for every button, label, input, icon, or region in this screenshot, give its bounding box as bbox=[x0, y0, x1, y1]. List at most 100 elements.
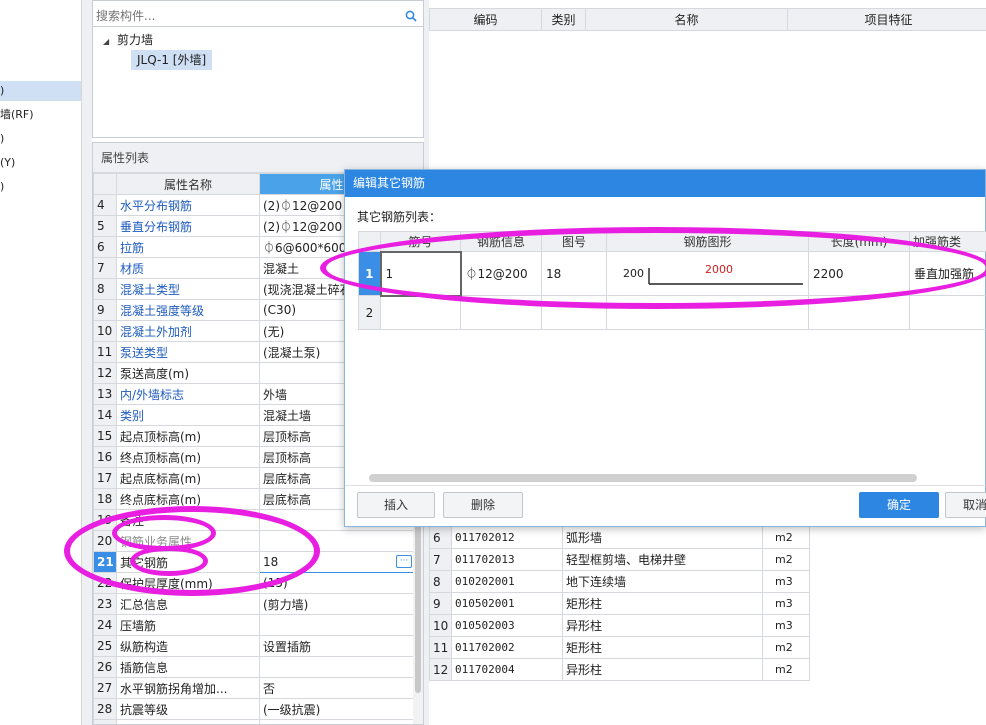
row-number[interactable]: 6 bbox=[429, 526, 452, 549]
delete-button[interactable]: 删除 bbox=[443, 492, 523, 518]
row-number[interactable]: 1 bbox=[358, 251, 381, 296]
row-number[interactable]: 14 bbox=[93, 404, 117, 426]
row-number[interactable]: 8 bbox=[429, 570, 452, 593]
header-code[interactable]: 编码 bbox=[429, 8, 542, 31]
cell-length[interactable]: 2200 bbox=[808, 251, 910, 296]
code-row[interactable]: 8 010202001 地下连续墙 m3 bbox=[429, 570, 810, 593]
cell-name[interactable]: 弧形墙 bbox=[562, 526, 763, 549]
code-row[interactable]: 11 011702002 矩形柱 m2 bbox=[429, 636, 810, 659]
row-number[interactable]: 29 bbox=[93, 719, 117, 724]
row-number[interactable]: 11 bbox=[429, 636, 452, 659]
row-number[interactable]: 9 bbox=[93, 299, 117, 321]
row-number[interactable]: 2 bbox=[358, 295, 381, 330]
row-number[interactable]: 21 bbox=[93, 551, 117, 573]
col-header-name[interactable]: 属性名称 bbox=[116, 173, 260, 195]
cell-unit[interactable]: m2 bbox=[762, 636, 810, 659]
header-figure-no[interactable]: 图号 bbox=[541, 231, 607, 252]
property-row[interactable]: 25 纵筋构造 设置插筋 bbox=[93, 635, 416, 657]
cell-name[interactable]: 矩形柱 bbox=[562, 592, 763, 615]
cell-rebar-type[interactable]: 垂直加强筋 bbox=[909, 251, 986, 296]
property-value[interactable]: (15) bbox=[259, 572, 416, 594]
header-rebar-shape[interactable]: 钢筋图形 bbox=[606, 231, 809, 252]
row-number[interactable]: 17 bbox=[93, 467, 117, 489]
cell-rebar-type[interactable] bbox=[909, 295, 986, 330]
row-number[interactable]: 28 bbox=[93, 698, 117, 720]
property-value[interactable] bbox=[259, 614, 416, 636]
header-feature[interactable]: 项目特征 bbox=[787, 8, 986, 31]
code-row[interactable]: 10 010502003 异形柱 m3 bbox=[429, 614, 810, 637]
property-value[interactable] bbox=[259, 530, 416, 552]
cell-code[interactable]: 011702013 bbox=[451, 548, 563, 571]
property-value[interactable]: 18 ··· bbox=[259, 551, 416, 573]
property-row[interactable]: 29锚固搭接按默认锚固搭接计算 bbox=[93, 719, 416, 724]
tree-item-4[interactable]: ) bbox=[0, 177, 81, 197]
search-icon[interactable] bbox=[405, 10, 417, 22]
cell-length[interactable] bbox=[808, 295, 910, 330]
tree-node-jlq1[interactable]: JLQ-1 [外墙] bbox=[131, 50, 213, 70]
rebar-row[interactable]: 1 1 ⏀12@200 18 200 2000 2200 垂直加强筋 bbox=[358, 250, 986, 297]
cell-name[interactable]: 地下连续墙 bbox=[562, 570, 763, 593]
property-value[interactable]: (剪力墙) bbox=[259, 593, 416, 615]
cell-code[interactable]: 011702002 bbox=[451, 636, 563, 659]
code-row[interactable]: 12 011702004 异形柱 m2 bbox=[429, 658, 810, 681]
row-number[interactable]: 22 bbox=[93, 572, 117, 594]
cell-name[interactable]: 矩形柱 bbox=[562, 636, 763, 659]
row-number[interactable]: 8 bbox=[93, 278, 117, 300]
code-row[interactable]: 9 010502001 矩形柱 m3 bbox=[429, 592, 810, 615]
property-row[interactable]: 22 保护层厚度(mm) (15) bbox=[93, 572, 416, 594]
row-number[interactable]: 9 bbox=[429, 592, 452, 615]
row-number[interactable]: 23 bbox=[93, 593, 117, 615]
property-row[interactable]: 24 压墙筋 bbox=[93, 614, 416, 636]
tree-item-3[interactable]: (Y) bbox=[0, 153, 81, 173]
property-row[interactable]: 28 抗震等级 (一级抗震) bbox=[93, 698, 416, 720]
code-row[interactable]: 6 011702012 弧形墙 m2 bbox=[429, 526, 810, 549]
row-number[interactable]: 15 bbox=[93, 425, 117, 447]
cell-rebar-info[interactable]: ⏀12@200 bbox=[460, 251, 542, 296]
row-number[interactable]: 4 bbox=[93, 194, 117, 216]
property-value[interactable]: (一级抗震) bbox=[259, 698, 416, 720]
row-number[interactable]: 27 bbox=[93, 677, 117, 699]
cell-code[interactable]: 011702012 bbox=[451, 526, 563, 549]
property-value[interactable]: 按默认锚固搭接计算 bbox=[259, 719, 416, 724]
row-number[interactable]: 25 bbox=[93, 635, 117, 657]
cell-code[interactable]: 011702004 bbox=[451, 658, 563, 681]
row-number[interactable]: 19 bbox=[93, 509, 117, 531]
header-rebar-type[interactable]: 加强筋类 bbox=[909, 231, 986, 252]
tree-item-2[interactable]: ) bbox=[0, 129, 81, 149]
cell-rebar-no[interactable]: 1 bbox=[379, 250, 462, 297]
insert-button[interactable]: 插入 bbox=[357, 492, 435, 518]
header-name[interactable]: 名称 bbox=[585, 8, 788, 31]
dialog-title[interactable]: 编辑其它钢筋 bbox=[345, 170, 985, 197]
header-rebar-no[interactable]: 筋号 bbox=[380, 231, 461, 252]
cell-code[interactable]: 010502003 bbox=[451, 614, 563, 637]
cell-rebar-shape[interactable]: 200 2000 bbox=[606, 251, 809, 296]
cell-unit[interactable]: m2 bbox=[762, 658, 810, 681]
cell-figure-no[interactable]: 18 bbox=[541, 251, 607, 296]
row-number[interactable]: 5 bbox=[93, 215, 117, 237]
property-row[interactable]: 21 其它钢筋 18 ··· bbox=[93, 551, 416, 573]
cell-name[interactable]: 异形柱 bbox=[562, 658, 763, 681]
ellipsis-button[interactable]: ··· bbox=[396, 555, 412, 568]
horizontal-scrollbar[interactable] bbox=[369, 474, 917, 482]
header-length[interactable]: 长度(mm) bbox=[808, 231, 910, 252]
cell-unit[interactable]: m2 bbox=[762, 548, 810, 571]
row-number[interactable]: 12 bbox=[93, 362, 117, 384]
cell-rebar-shape[interactable] bbox=[606, 295, 809, 330]
cell-rebar-info[interactable] bbox=[460, 295, 542, 330]
property-row[interactable]: 26 插筋信息 bbox=[93, 656, 416, 678]
row-number[interactable]: 10 bbox=[429, 614, 452, 637]
cell-rebar-no[interactable] bbox=[380, 295, 461, 330]
ok-button[interactable]: 确定 bbox=[859, 492, 939, 518]
cell-code[interactable]: 010502001 bbox=[451, 592, 563, 615]
row-number[interactable]: 12 bbox=[429, 658, 452, 681]
row-number[interactable]: 7 bbox=[429, 548, 452, 571]
row-number[interactable]: 16 bbox=[93, 446, 117, 468]
cell-unit[interactable]: m3 bbox=[762, 570, 810, 593]
cell-unit[interactable]: m3 bbox=[762, 614, 810, 637]
cell-name[interactable]: 异形柱 bbox=[562, 614, 763, 637]
property-row[interactable]: 20 钢筋业务属性 bbox=[93, 530, 416, 552]
row-number[interactable]: 24 bbox=[93, 614, 117, 636]
cell-unit[interactable]: m2 bbox=[762, 526, 810, 549]
row-number[interactable]: 26 bbox=[93, 656, 117, 678]
cancel-button[interactable]: 取消 bbox=[945, 492, 986, 518]
